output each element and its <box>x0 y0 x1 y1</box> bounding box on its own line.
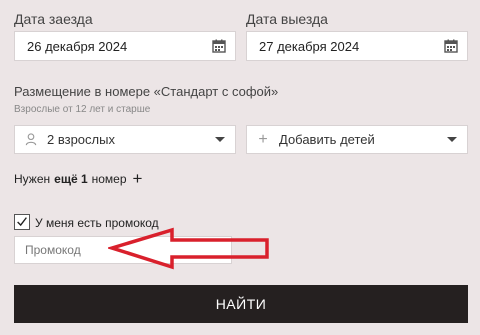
promo-checkbox[interactable] <box>14 214 30 230</box>
calendar-icon <box>444 39 458 53</box>
checkout-label: Дата выезда <box>246 11 328 27</box>
checkin-label: Дата заезда <box>14 11 93 27</box>
plus-icon: + <box>132 169 143 188</box>
room-subtitle: Взрослые от 12 лет и старше <box>14 104 151 115</box>
checkout-date-field[interactable]: 27 декабря 2024 <box>246 31 468 61</box>
add-room-count: ещё 1 <box>54 171 88 186</box>
children-value: Добавить детей <box>279 132 375 147</box>
search-button[interactable]: НАЙТИ <box>14 285 468 323</box>
adults-select[interactable]: 2 взрослых <box>14 125 236 154</box>
checkin-date-value: 26 декабря 2024 <box>27 38 128 54</box>
adults-value: 2 взрослых <box>47 132 115 147</box>
room-title: Размещение в номере «Стандарт с софой» <box>14 84 279 99</box>
add-room-prefix: Нужен <box>14 171 51 186</box>
caret-down-icon <box>447 137 457 142</box>
add-room-suffix: номер <box>91 171 127 186</box>
person-icon <box>25 133 37 146</box>
children-select[interactable]: + Добавить детей <box>246 125 468 154</box>
calendar-icon <box>212 39 226 53</box>
annotation-arrow <box>108 227 269 270</box>
caret-down-icon <box>215 137 225 142</box>
checkin-date-field[interactable]: 26 декабря 2024 <box>14 31 236 61</box>
checkout-date-value: 27 декабря 2024 <box>259 38 360 54</box>
plus-icon: + <box>258 130 268 148</box>
add-room-link[interactable]: Нужен ещё 1 номер + <box>14 170 142 187</box>
checkmark-icon <box>17 217 27 227</box>
